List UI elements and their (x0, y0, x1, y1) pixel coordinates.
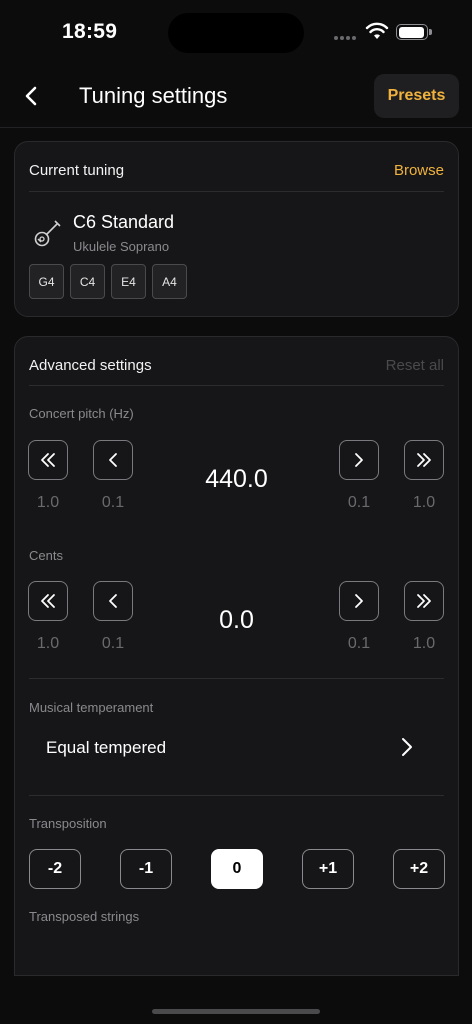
transpose-option-button[interactable]: +2 (393, 849, 445, 889)
tuning-name: C6 Standard (73, 212, 175, 232)
page-title: Tuning settings (79, 83, 228, 108)
transpose-option-button[interactable]: -2 (29, 849, 81, 889)
guitar-icon (34, 220, 61, 247)
cents-decrease-large-button[interactable] (28, 581, 68, 621)
current-tuning-card: Current tuning Browse C6 Standard Ukulel… (14, 141, 459, 317)
step-caption: 1.0 (412, 635, 436, 652)
transposed-strings-label: Transposed strings (29, 909, 140, 924)
transpose-option-button-selected[interactable]: 0 (211, 849, 263, 889)
navigation-bar: Tuning settings Presets (0, 64, 472, 128)
status-bar: 18:59 (0, 0, 472, 64)
double-chevron-left-icon (41, 453, 55, 467)
browse-button[interactable]: Browse (394, 162, 444, 179)
cents-increase-large-button[interactable] (404, 581, 444, 621)
pitch-increase-small-button[interactable] (339, 440, 379, 480)
presets-button[interactable]: Presets (374, 74, 459, 118)
string-note-chip: E4 (111, 264, 146, 299)
transpose-option-button[interactable]: +1 (302, 849, 354, 889)
cents-value: 0.0 (219, 606, 254, 634)
string-note-chip: G4 (29, 264, 64, 299)
temperament-value[interactable]: Equal tempered (46, 738, 166, 758)
cents-decrease-small-button[interactable] (93, 581, 133, 621)
divider (29, 795, 444, 796)
temperament-label: Musical temperament (29, 700, 154, 715)
step-caption: 1.0 (36, 635, 60, 652)
chevron-left-icon (25, 86, 37, 106)
chevron-left-icon (109, 453, 117, 467)
concert-pitch-value: 440.0 (205, 465, 268, 493)
status-time: 18:59 (62, 20, 118, 43)
battery-icon (396, 24, 432, 40)
cellular-signal-icon (334, 36, 356, 40)
double-chevron-left-icon (41, 594, 55, 608)
concert-pitch-label: Concert pitch (Hz) (29, 406, 134, 421)
chevron-right-icon (355, 594, 363, 608)
string-note-chip: A4 (152, 264, 187, 299)
double-chevron-right-icon (417, 594, 431, 608)
reset-all-button[interactable]: Reset all (386, 357, 444, 374)
step-caption: 0.1 (347, 635, 371, 652)
wifi-icon (365, 22, 389, 39)
home-indicator (152, 1009, 320, 1014)
string-notes: G4 C4 E4 A4 (29, 264, 187, 299)
step-caption: 0.1 (347, 494, 371, 511)
transposition-selector: -2 -1 0 +1 +2 (29, 849, 445, 889)
step-caption: 0.1 (101, 494, 125, 511)
advanced-settings-header: Advanced settings (29, 357, 152, 374)
chevron-left-icon (109, 594, 117, 608)
divider (29, 385, 444, 386)
divider (29, 678, 444, 679)
dynamic-island (168, 13, 304, 53)
current-tuning-header: Current tuning (29, 162, 125, 179)
pitch-increase-large-button[interactable] (404, 440, 444, 480)
step-caption: 0.1 (101, 635, 125, 652)
string-note-chip: C4 (70, 264, 105, 299)
pitch-decrease-small-button[interactable] (93, 440, 133, 480)
pitch-decrease-large-button[interactable] (28, 440, 68, 480)
chevron-right-icon[interactable] (394, 735, 418, 759)
back-button[interactable] (16, 80, 48, 112)
cents-label: Cents (29, 548, 63, 563)
transposition-label: Transposition (29, 816, 107, 831)
step-caption: 1.0 (36, 494, 60, 511)
step-caption: 1.0 (412, 494, 436, 511)
chevron-right-icon (355, 453, 363, 467)
double-chevron-right-icon (417, 453, 431, 467)
tuning-instrument: Ukulele Soprano (73, 239, 170, 254)
advanced-settings-card: Advanced settings Reset all Concert pitc… (14, 336, 459, 976)
transpose-option-button[interactable]: -1 (120, 849, 172, 889)
divider (29, 191, 444, 192)
cents-increase-small-button[interactable] (339, 581, 379, 621)
